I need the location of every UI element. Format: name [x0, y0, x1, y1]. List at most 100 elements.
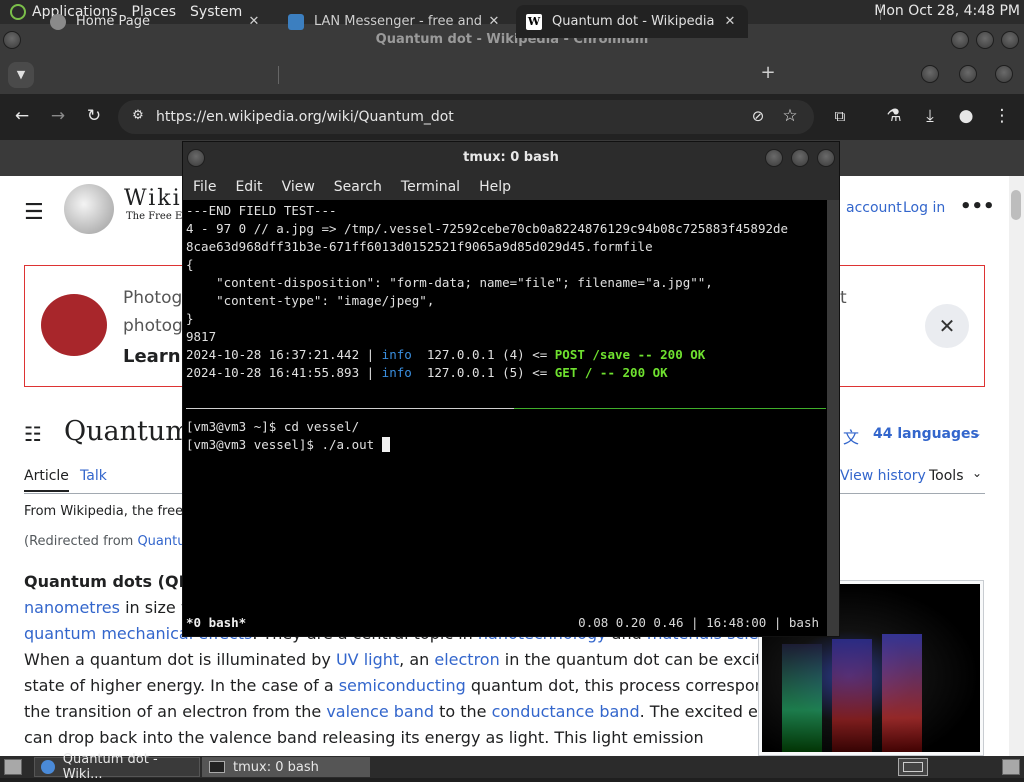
close-icon[interactable] [1001, 31, 1019, 49]
chromium-icon [41, 760, 55, 774]
terminal-window-menu-icon[interactable] [187, 149, 205, 167]
tab-talk[interactable]: Talk [80, 468, 107, 484]
terminal-title: tmux: 0 bash [463, 150, 559, 165]
labs-flask-icon[interactable]: ⚗ [882, 104, 906, 128]
link-valence-band[interactable]: valence band [326, 702, 434, 721]
terminal-titlebar[interactable]: tmux: 0 bash [183, 142, 839, 174]
window-menu-icon[interactable] [3, 31, 21, 49]
wikipedia-globe-icon[interactable] [64, 184, 114, 234]
logo-tagline: The Free En [126, 211, 189, 222]
link-semiconducting[interactable]: semiconducting [339, 676, 466, 695]
term-line: "content-type": "image/jpeg", [186, 293, 435, 308]
workspace-switcher[interactable] [898, 758, 928, 776]
pane-divider-active [514, 408, 826, 409]
eye-slash-icon[interactable]: ⊘ [746, 104, 770, 128]
gnome-logo-icon[interactable] [10, 4, 26, 20]
address-bar[interactable]: https://en.wikipedia.org/wiki/Quantum_do… [118, 100, 814, 134]
show-desktop-icon[interactable] [4, 759, 22, 775]
logo-wordmark[interactable]: Wiki [124, 186, 182, 211]
terminal-window[interactable]: tmux: 0 bash File Edit View Search Termi… [182, 141, 840, 637]
trash-icon[interactable] [1002, 759, 1020, 775]
terminal-minimize-icon[interactable] [765, 149, 783, 167]
tmux-status-right: 0.08 0.20 0.46 | 16:48:00 | bash [578, 615, 819, 630]
terminal-close-icon[interactable] [817, 149, 835, 167]
terminal-scrollbar[interactable] [827, 200, 839, 636]
tmux-window-list[interactable]: *0 bash* [186, 614, 246, 632]
globe-icon [50, 13, 66, 30]
tab-close-icon[interactable]: ✕ [484, 14, 504, 29]
banner-learn-link[interactable]: Learn [123, 346, 181, 367]
tab-article[interactable]: Article [24, 468, 69, 492]
chrome-minimize-icon[interactable] [921, 65, 939, 83]
maximize-icon[interactable] [976, 31, 994, 49]
bottom-taskbar: Quantum dot - Wiki... tmux: 0 bash [0, 752, 1024, 782]
terminal-menu-view[interactable]: View [282, 179, 315, 195]
from-wikipedia: From Wikipedia, the free [24, 504, 184, 519]
chrome-maximize-icon[interactable] [959, 65, 977, 83]
tab-close-icon[interactable]: ✕ [244, 14, 264, 29]
kebab-menu-icon[interactable]: ⋮ [990, 104, 1014, 128]
para-line-6: the transition of an electron from the v… [24, 702, 814, 721]
minimize-icon[interactable] [951, 31, 969, 49]
site-settings-icon[interactable]: ⚙ [126, 104, 150, 128]
forward-arrow-icon[interactable]: → [46, 104, 70, 128]
panel-clock[interactable]: Mon Oct 28, 4:48 PM [874, 3, 1020, 19]
terminal-menu-help[interactable]: Help [479, 179, 511, 195]
tab-lan-messenger[interactable]: LAN Messenger - free and op ✕ [278, 5, 512, 38]
term-line: 9817 [186, 329, 217, 344]
url-text: https://en.wikipedia.org/wiki/Quantum_do… [156, 109, 454, 125]
extensions-puzzle-icon[interactable]: ⧉ [828, 104, 852, 128]
terminal-menu-search[interactable]: Search [334, 179, 382, 195]
para-line-2: nanometres in size wit [24, 598, 205, 617]
term-line: 4 - 97 0 // a.jpg => /tmp/.vessel-72592c… [186, 221, 789, 236]
download-icon[interactable]: ⤓ [918, 104, 942, 128]
profile-icon[interactable]: ● [954, 104, 978, 128]
page-scrollbar-thumb[interactable] [1011, 190, 1021, 220]
terminal-cursor [381, 437, 390, 452]
tab-search-chevron-icon[interactable]: ▼ [8, 62, 34, 88]
reload-icon[interactable]: ↻ [82, 104, 106, 128]
tab-close-icon[interactable]: ✕ [720, 14, 740, 29]
tools-chevron-icon[interactable]: ⌄ [972, 466, 982, 480]
terminal-menu-terminal[interactable]: Terminal [401, 179, 460, 195]
term-prompt: [vm3@vm3 ~]$ cd vessel/ [186, 419, 360, 434]
link-electron[interactable]: electron [434, 650, 499, 669]
view-history-link[interactable]: View history [840, 468, 926, 484]
taskbar-item-chromium[interactable]: Quantum dot - Wiki... [34, 752, 200, 782]
banner-line-2: photogr [123, 316, 190, 336]
translate-icon[interactable]: 文 [843, 424, 859, 448]
para-line-1: Quantum dots (QDs) [24, 572, 209, 591]
term-log-line: 2024-10-28 16:41:55.893 | info 127.0.0.1… [186, 365, 668, 380]
more-options-icon[interactable]: ••• [960, 196, 995, 217]
languages-chevron-icon[interactable]: ⌄ [972, 426, 982, 440]
login-link[interactable]: Log in [903, 200, 945, 216]
link-uv-light[interactable]: UV light [336, 650, 399, 669]
page-scrollbar[interactable] [1009, 176, 1024, 756]
term-line: 8cae63d968dff31b3e-671ff6013d0152521f906… [186, 239, 653, 254]
tab-strip [0, 56, 1024, 94]
bookmark-star-icon[interactable]: ☆ [778, 104, 802, 128]
link-nanometres[interactable]: nanometres [24, 598, 120, 617]
create-account-link[interactable]: account [846, 200, 902, 216]
taskbar-item-terminal[interactable]: tmux: 0 bash [202, 757, 370, 777]
terminal-menu-edit[interactable]: Edit [235, 179, 262, 195]
tab-quantum-dot[interactable]: W Quantum dot - Wikipedia ✕ [516, 5, 748, 38]
languages-button[interactable]: 44 languages [873, 426, 979, 442]
chrome-close-icon[interactable] [995, 65, 1013, 83]
hamburger-menu-icon[interactable]: ☰ [24, 200, 44, 225]
banner-line-1: Photogr [123, 288, 190, 308]
toc-list-icon[interactable]: ☷ [24, 422, 42, 446]
term-line: } [186, 311, 194, 326]
link-conductance-band[interactable]: conductance band [492, 702, 640, 721]
terminal-maximize-icon[interactable] [791, 149, 809, 167]
new-tab-plus-icon[interactable]: + [758, 62, 778, 86]
banner-close-icon[interactable]: ✕ [925, 304, 969, 348]
terminal-screen[interactable]: ---END FIELD TEST--- 4 - 97 0 // a.jpg =… [183, 200, 827, 636]
term-line: ---END FIELD TEST--- [186, 203, 337, 218]
tools-menu[interactable]: Tools [929, 468, 964, 484]
terminal-menu-file[interactable]: File [193, 179, 216, 195]
para-line-4: When a quantum dot is illuminated by UV … [24, 650, 818, 669]
back-arrow-icon[interactable]: ← [10, 104, 34, 128]
tab-home-page[interactable]: Home Page ✕ [40, 5, 272, 38]
commons-logo-icon [41, 294, 107, 356]
